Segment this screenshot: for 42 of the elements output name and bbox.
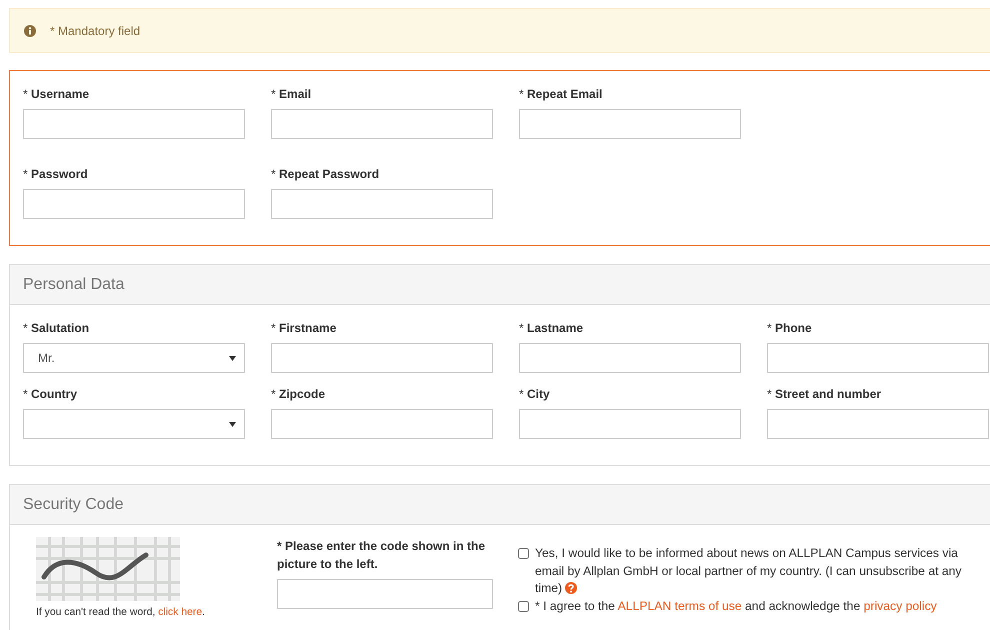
input-field[interactable] [519, 343, 741, 373]
input-field[interactable] [519, 409, 741, 439]
field-label: *Zipcode [271, 386, 326, 403]
select-field[interactable] [23, 409, 245, 439]
input-field[interactable] [23, 189, 245, 219]
input-field[interactable] [271, 109, 493, 139]
field-label: *Country [23, 386, 78, 403]
input-field[interactable] [767, 343, 989, 373]
input-field[interactable] [271, 409, 493, 439]
field-label: *Username [23, 86, 90, 103]
input-field[interactable] [23, 109, 245, 139]
notice-text: * Mandatory field [50, 22, 140, 40]
reload-link[interactable]: click here [158, 607, 202, 618]
panel-heading: Security Code [10, 485, 990, 525]
field-label: *Firstname [271, 320, 338, 337]
caret-icon [229, 422, 236, 426]
input-field[interactable] [277, 579, 493, 609]
field-label: *Password [23, 166, 89, 183]
field-label: *Lastname [519, 320, 584, 337]
consent-text: Yes, I would like to be informed about news on ALLPLAN Campus services via email by Allplan GmbH or local partner of my country. (I can unsubscribe at any time) [535, 545, 963, 597]
input-field[interactable] [271, 343, 493, 373]
checkbox[interactable] [518, 548, 529, 559]
select-field[interactable]: Mr. [23, 343, 245, 373]
field-label: *Repeat Email [519, 86, 604, 103]
field-label: *Street and number [767, 386, 882, 403]
input-field[interactable] [767, 409, 989, 439]
caret-icon [229, 356, 236, 360]
panel-heading: Personal Data [10, 265, 990, 305]
field-label: *Salutation [23, 320, 90, 337]
info-icon [24, 24, 36, 36]
field-label: *Email [271, 86, 312, 103]
consent-text: * I agree to the ALLPLAN terms of use and acknowledge the privacy policy [535, 598, 937, 614]
input-field[interactable] [519, 109, 741, 139]
input-field[interactable] [271, 189, 493, 219]
field-label: *City [519, 386, 551, 403]
checkbox[interactable] [518, 600, 529, 612]
field-label: * Please enter the code shown in the picture to the left. [277, 538, 486, 573]
field-label: *Repeat Password [271, 166, 380, 183]
captcha-hint: If you can't read the word, click here. [36, 606, 206, 620]
field-label: *Phone [767, 320, 813, 337]
policy-link[interactable]: ALLPLAN terms of use [618, 598, 742, 612]
policy-link[interactable]: privacy policy [864, 598, 937, 612]
